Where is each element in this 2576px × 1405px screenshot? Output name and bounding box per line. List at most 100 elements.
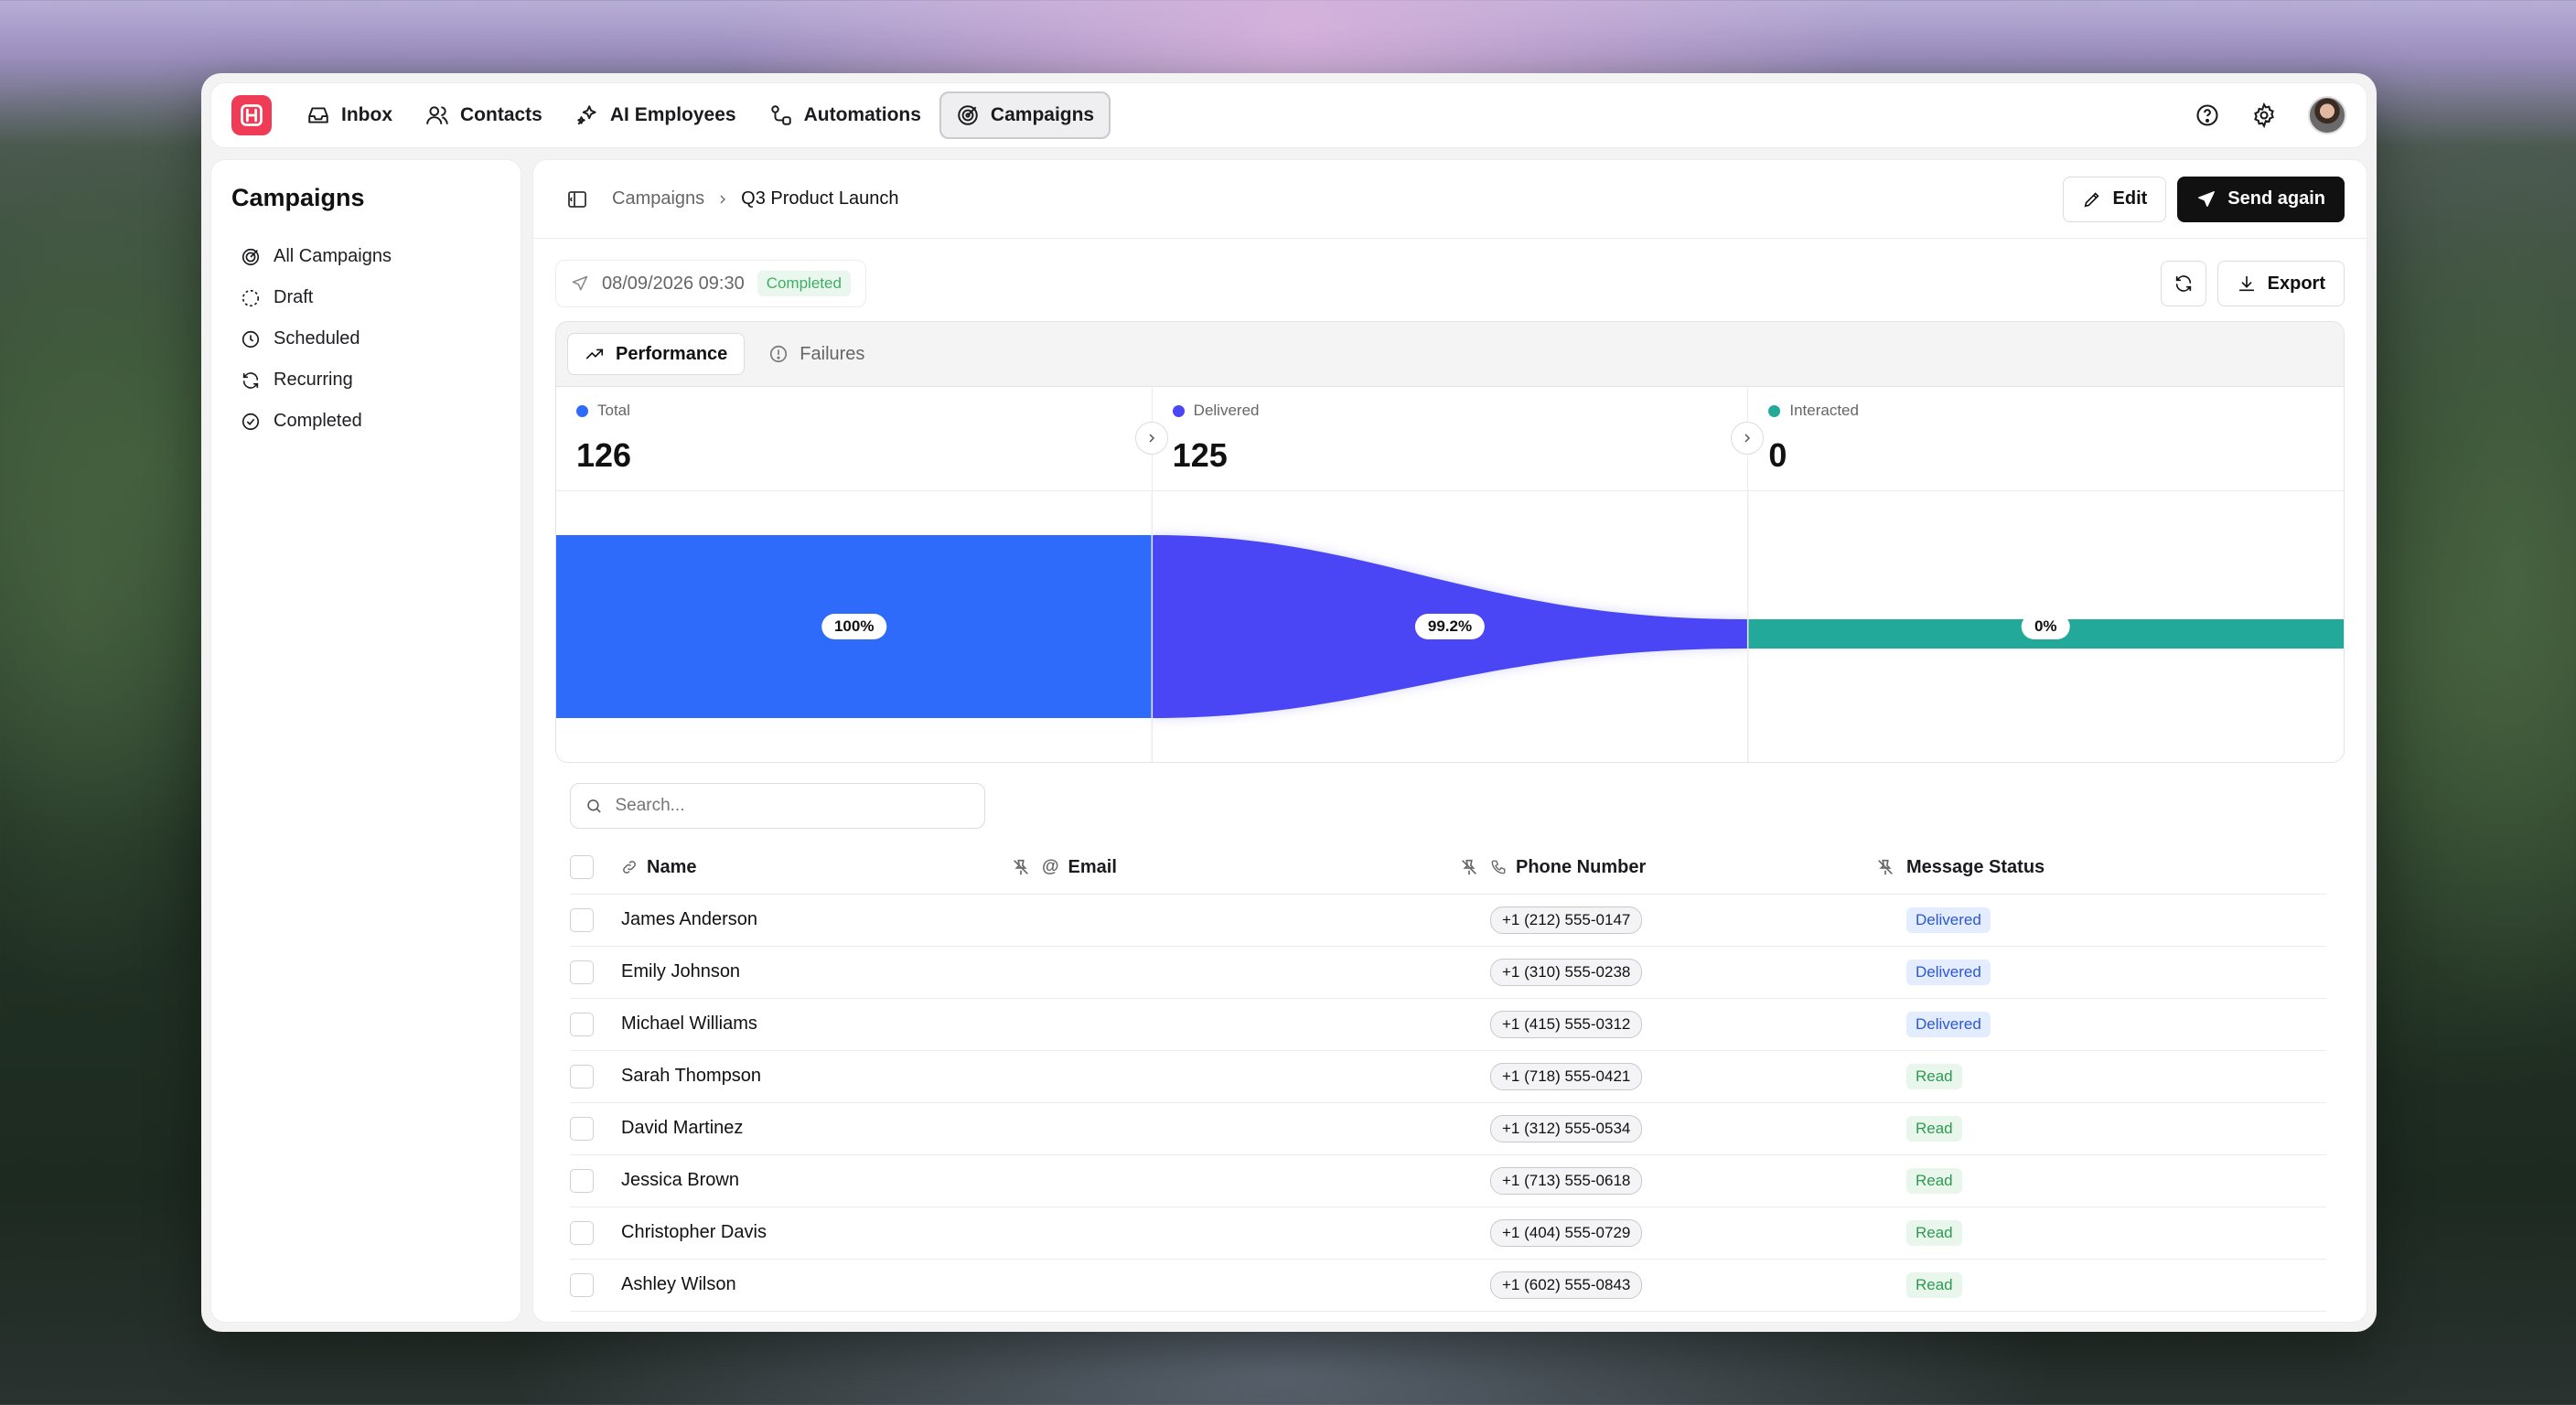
recipients-table: Name @ Email Phone Number Message Status… bbox=[570, 842, 2326, 1322]
table-row[interactable]: David Martinez +1 (312) 555-0534 Read bbox=[570, 1102, 2326, 1155]
column-header-phone[interactable]: Phone Number bbox=[1516, 857, 1646, 878]
export-button[interactable]: Export bbox=[2216, 261, 2345, 306]
phone-chip: +1 (404) 555-0729 bbox=[1490, 1218, 1643, 1247]
cell-email bbox=[1042, 894, 1490, 947]
message-status-badge: Read bbox=[1906, 1115, 1962, 1142]
sidebar-item-all-campaigns[interactable]: All Campaigns bbox=[231, 236, 500, 277]
sidebar-item-recurring[interactable]: Recurring bbox=[231, 359, 500, 401]
sidebar-item-label: All Campaigns bbox=[274, 246, 392, 266]
nav-item-inbox[interactable]: Inbox bbox=[292, 91, 407, 139]
nav-item-automations[interactable]: Automations bbox=[755, 91, 936, 139]
sidebar-item-draft[interactable]: Draft bbox=[231, 277, 500, 318]
unpin-icon[interactable] bbox=[1875, 857, 1895, 877]
nav-item-campaigns[interactable]: Campaigns bbox=[939, 91, 1111, 139]
select-all-checkbox[interactable] bbox=[570, 855, 594, 880]
breadcrumb-root[interactable]: Campaigns bbox=[612, 188, 704, 209]
sidebar-toggle-icon[interactable] bbox=[566, 188, 588, 210]
main-panel: Campaigns Q3 Product Launch Edit Send ag… bbox=[532, 159, 2367, 1323]
search-input[interactable] bbox=[615, 796, 970, 816]
nav-label: Campaigns bbox=[990, 104, 1095, 125]
tab-performance[interactable]: Performance bbox=[567, 333, 746, 375]
sidebar-item-scheduled[interactable]: Scheduled bbox=[231, 318, 500, 359]
table-row[interactable]: James Anderson +1 (212) 555-0147 Delivered bbox=[570, 894, 2326, 947]
table-row[interactable]: Jessica Brown +1 (713) 555-0618 Read bbox=[570, 1154, 2326, 1207]
cell-email bbox=[1042, 1154, 1490, 1207]
check-circle-icon bbox=[242, 413, 260, 430]
table-row[interactable]: Emily Johnson +1 (310) 555-0238 Delivered bbox=[570, 946, 2326, 999]
message-status-badge: Delivered bbox=[1906, 906, 1991, 933]
row-checkbox[interactable] bbox=[570, 1220, 594, 1245]
top-nav: Inbox Contacts AI Employees Automations … bbox=[210, 82, 2367, 148]
chevron-right-icon bbox=[1744, 434, 1751, 443]
recipients-section: Name @ Email bbox=[533, 763, 2367, 1322]
message-status-badge: Delivered bbox=[1906, 959, 1991, 985]
table-row[interactable]: Ashley Wilson +1 (602) 555-0843 Read bbox=[570, 1259, 2326, 1312]
row-checkbox[interactable] bbox=[570, 907, 594, 932]
cell-email bbox=[1042, 1102, 1490, 1155]
row-checkbox[interactable] bbox=[570, 1272, 594, 1297]
automations-icon bbox=[770, 105, 791, 125]
cell-name: Jessica Brown bbox=[621, 1154, 1042, 1207]
cell-name: James Anderson bbox=[621, 894, 1042, 947]
nav-label: Contacts bbox=[460, 104, 542, 125]
row-checkbox[interactable] bbox=[570, 1012, 594, 1036]
stat-dot bbox=[1768, 404, 1781, 417]
row-checkbox[interactable] bbox=[570, 1064, 594, 1089]
stat-value: 126 bbox=[576, 436, 632, 474]
inbox-icon bbox=[308, 107, 328, 123]
main-header: Campaigns Q3 Product Launch Edit Send ag… bbox=[533, 160, 2367, 239]
sidebar-item-completed[interactable]: Completed bbox=[231, 401, 500, 442]
settings-gear-icon[interactable] bbox=[2251, 102, 2277, 128]
sent-info: 08/09/2026 09:30 Completed bbox=[555, 260, 866, 307]
column-header-email[interactable]: Email bbox=[1068, 857, 1117, 878]
nav-right bbox=[2195, 96, 2346, 134]
stat-value: 0 bbox=[1768, 436, 1787, 474]
column-header-status[interactable]: Message Status bbox=[1906, 857, 2045, 877]
message-status-badge: Read bbox=[1906, 1167, 1962, 1194]
send-again-button[interactable]: Send again bbox=[2177, 176, 2345, 222]
dashed-circle-icon bbox=[242, 289, 260, 306]
performance-card: Performance Failures Total 126 Delivered… bbox=[555, 321, 2345, 763]
table-row[interactable]: Matthew Taylor+1 (503) 555-0917Delivered bbox=[570, 1311, 2326, 1322]
cell-name: Michael Williams bbox=[621, 998, 1042, 1051]
table-body: James Anderson +1 (212) 555-0147 Delivered… bbox=[570, 894, 2326, 1322]
at-sign-icon: @ bbox=[1042, 857, 1059, 877]
help-icon[interactable] bbox=[2195, 102, 2220, 128]
row-checkbox[interactable] bbox=[570, 1116, 594, 1141]
message-status-badge: Read bbox=[1906, 1063, 1962, 1089]
phone-chip: +1 (718) 555-0421 bbox=[1490, 1062, 1643, 1090]
refresh-icon bbox=[2175, 275, 2191, 292]
unpin-icon[interactable] bbox=[1011, 857, 1031, 877]
stat-delivered: Delivered 125 bbox=[1153, 387, 1765, 490]
edit-label: Edit bbox=[2112, 188, 2148, 209]
table-row[interactable]: Michael Williams +1 (415) 555-0312 Deliver… bbox=[570, 998, 2326, 1051]
tab-failures[interactable]: Failures bbox=[752, 333, 881, 375]
funnel-percent-label: 0% bbox=[2021, 614, 2070, 639]
table-row[interactable]: Christopher Davis +1 (404) 555-0729 Read bbox=[570, 1207, 2326, 1260]
sparkles-icon bbox=[577, 105, 596, 125]
unpin-icon[interactable] bbox=[1459, 857, 1479, 877]
refresh-button[interactable] bbox=[2160, 261, 2206, 306]
stage-next-button[interactable] bbox=[1134, 422, 1168, 455]
app-logo[interactable] bbox=[231, 95, 272, 135]
column-header-name[interactable]: Name bbox=[647, 857, 696, 878]
user-avatar[interactable] bbox=[2308, 96, 2346, 134]
cell-name: Ashley Wilson bbox=[621, 1259, 1042, 1312]
meta-actions: Export bbox=[2160, 261, 2345, 306]
background-foliage bbox=[2342, 110, 2576, 1024]
nav-item-ai-employees[interactable]: AI Employees bbox=[561, 91, 751, 139]
row-checkbox[interactable] bbox=[570, 1168, 594, 1193]
sidebar-item-label: Completed bbox=[274, 411, 362, 431]
cell-name: Christopher Davis bbox=[621, 1207, 1042, 1260]
phone-chip: +1 (713) 555-0618 bbox=[1490, 1166, 1643, 1195]
nav-item-contacts[interactable]: Contacts bbox=[411, 91, 557, 139]
alert-circle-icon bbox=[770, 345, 788, 363]
search-box[interactable] bbox=[570, 783, 985, 829]
breadcrumb-current: Q3 Product Launch bbox=[741, 188, 899, 209]
download-icon bbox=[2238, 275, 2254, 292]
edit-button[interactable]: Edit bbox=[2062, 176, 2167, 222]
table-header-row: Name @ Email Phone Number Message Status bbox=[570, 842, 2326, 895]
table-row[interactable]: Sarah Thompson +1 (718) 555-0421 Read bbox=[570, 1050, 2326, 1103]
row-checkbox[interactable] bbox=[570, 960, 594, 984]
logo-icon bbox=[241, 104, 263, 126]
